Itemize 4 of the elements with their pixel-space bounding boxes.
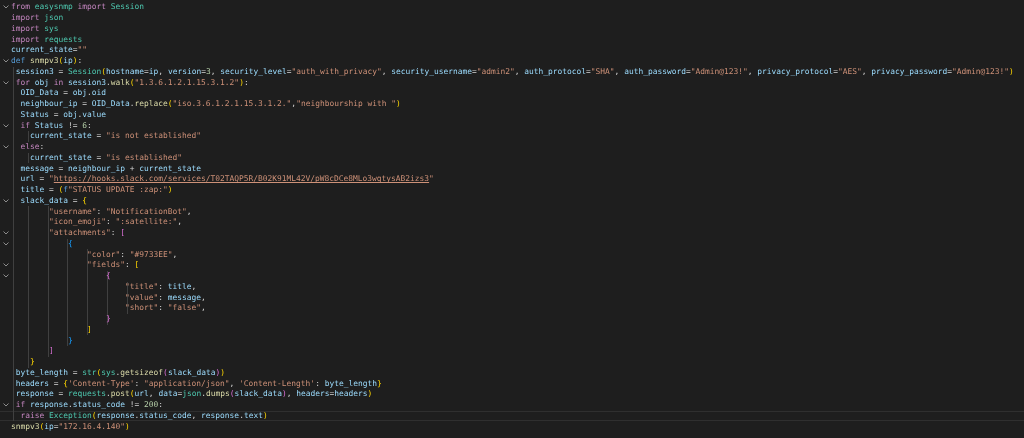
chevron-icon[interactable] — [1, 78, 10, 87]
chevron-icon[interactable] — [1, 121, 10, 130]
chevron-icon[interactable] — [1, 239, 10, 248]
chevron-icon[interactable] — [1, 196, 10, 205]
